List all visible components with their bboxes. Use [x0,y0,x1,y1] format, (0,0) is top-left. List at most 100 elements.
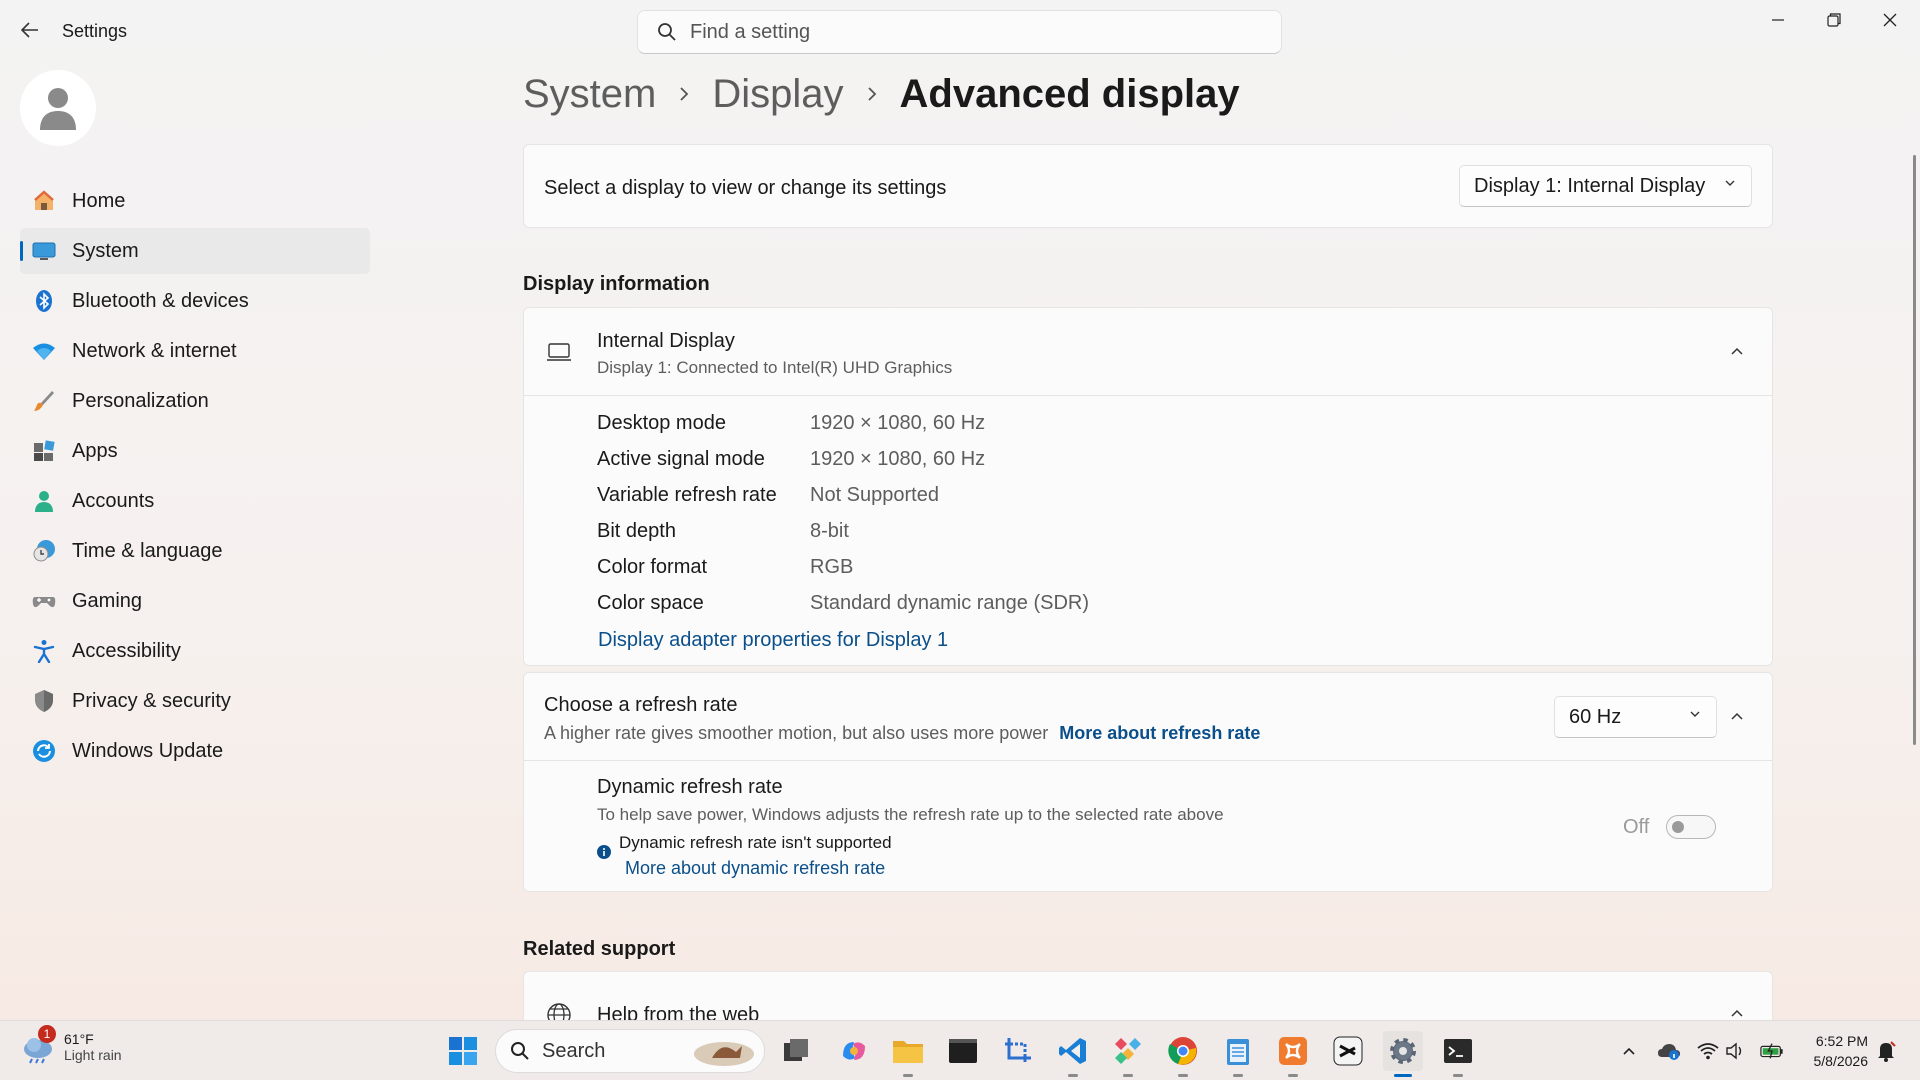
info-key: Color format [597,556,708,578]
more-about-dynamic-refresh-link[interactable]: More about dynamic refresh rate [625,858,885,879]
taskbar-search[interactable]: Search [495,1029,765,1073]
display-select-dropdown[interactable]: Display 1: Internal Display [1459,165,1752,207]
taskbar-copilot[interactable] [834,1031,874,1071]
user-avatar[interactable] [20,70,96,146]
vscode-icon [1059,1038,1086,1064]
sidebar-item-label: Time & language [72,539,223,562]
breadcrumb: System Display Advanced display [523,72,1240,117]
chevron-up-icon[interactable] [1729,709,1745,727]
person-icon [32,489,56,513]
taskbar-xampp[interactable] [1273,1031,1313,1077]
refresh-rate-dropdown[interactable]: 60 Hz [1554,696,1717,738]
sidebar-item-time-language[interactable]: Time & language [20,528,370,574]
taskbar-snipping-tool[interactable] [998,1031,1038,1071]
display-info-card: Internal Display Display 1: Connected to… [523,307,1773,666]
snipping-tool-icon [1005,1038,1031,1064]
gamepad-icon [32,589,56,613]
chevron-down-icon [1723,176,1737,193]
dynamic-refresh-toggle[interactable] [1666,815,1716,839]
refresh-rate-desc-line: A higher rate gives smoother motion, but… [544,723,1260,744]
info-key: Bit depth [597,520,676,542]
sidebar-item-privacy[interactable]: Privacy & security [20,678,370,724]
clock-globe-icon [32,539,56,563]
dynamic-refresh-toggle-label: Off [1623,816,1650,838]
taskbar-notepad[interactable] [1218,1031,1258,1077]
sidebar-item-windows-update[interactable]: Windows Update [20,728,370,774]
running-indicator [1394,1074,1412,1077]
home-icon [32,189,56,213]
display-adapter-link[interactable]: Display adapter properties for Display 1 [598,629,948,652]
taskbar-search-label: Search [542,1039,606,1062]
tray-network[interactable] [1696,1039,1720,1063]
info-icon [597,845,611,864]
sidebar-item-network[interactable]: Network & internet [20,328,370,374]
tray-notifications[interactable] [1874,1039,1898,1063]
shield-icon [32,689,56,713]
taskbar-terminal[interactable] [1438,1031,1478,1077]
folder-icon [893,1041,923,1063]
tray-onedrive[interactable] [1657,1039,1681,1063]
running-indicator [1233,1074,1243,1077]
task-view-icon [784,1039,808,1061]
sidebar-item-label: Apps [72,439,118,462]
system-icon [32,239,56,263]
sidebar-item-label: Gaming [72,589,143,612]
refresh-rate-card: Choose a refresh rate A higher rate give… [523,672,1773,892]
back-button[interactable] [16,16,44,44]
sidebar-item-system[interactable]: System [20,228,370,274]
running-indicator [1453,1074,1463,1077]
task-view-button[interactable] [776,1031,816,1071]
sidebar-item-personalization[interactable]: Personalization [20,378,370,424]
sidebar-item-label: Personalization [72,389,209,412]
onedrive-cloud-icon [1658,1044,1680,1060]
taskbar-chrome[interactable] [1163,1031,1203,1077]
show-hidden-icons-button[interactable] [1617,1039,1641,1063]
sidebar-item-home[interactable]: Home [20,178,370,224]
app-title: Settings [62,21,128,41]
tray-battery[interactable] [1760,1039,1784,1063]
tray-volume[interactable] [1724,1039,1748,1063]
taskbar-capcut[interactable] [1328,1031,1368,1071]
sidebar-item-accessibility[interactable]: Accessibility [20,628,370,674]
minimize-icon [1772,19,1784,21]
minimize-button[interactable] [1750,4,1806,36]
sidebar-item-label: Privacy & security [72,689,231,712]
taskbar-app-diamonds[interactable] [1108,1031,1148,1077]
search-input[interactable] [690,20,1250,44]
search-box[interactable] [637,10,1282,54]
display-select-label: Select a display to view or change its s… [544,177,947,199]
title-bar: Settings [0,0,1920,60]
display-info-header[interactable]: Internal Display Display 1: Connected to… [524,308,1772,396]
refresh-rate-header: Choose a refresh rate A higher rate give… [524,673,1772,761]
info-value: Not Supported [810,484,939,506]
scrollbar[interactable] [1913,155,1916,745]
restore-button[interactable] [1806,4,1862,36]
display-select-card: Select a display to view or change its s… [523,144,1773,228]
breadcrumb-display[interactable]: Display [712,72,843,117]
more-about-refresh-rate-link[interactable]: More about refresh rate [1059,723,1260,743]
breadcrumb-system[interactable]: System [523,72,656,117]
close-button[interactable] [1862,4,1918,36]
taskbar-terminal-dark[interactable] [943,1031,983,1071]
info-key: Variable refresh rate [597,484,777,506]
sidebar-item-gaming[interactable]: Gaming [20,578,370,624]
info-key: Desktop mode [597,412,726,434]
refresh-rate-value: 60 Hz [1569,705,1622,728]
taskbar-file-explorer[interactable] [888,1031,928,1077]
info-key: Active signal mode [597,448,765,470]
chevron-up-icon[interactable] [1729,344,1745,362]
sidebar-item-apps[interactable]: Apps [20,428,370,474]
weather-widget[interactable]: 1 61°F Light rain [20,1025,122,1065]
sidebar-item-accounts[interactable]: Accounts [20,478,370,524]
clock-time: 6:52 PM [1815,1033,1868,1049]
taskbar-vscode[interactable] [1053,1031,1093,1077]
taskbar-settings[interactable] [1383,1031,1423,1077]
sidebar-item-bluetooth[interactable]: Bluetooth & devices [20,278,370,324]
taskbar-clock[interactable]: 6:52 PM 5/8/2026 [1814,1031,1869,1071]
settings-gear-icon [1390,1038,1416,1064]
sidebar-item-label: Bluetooth & devices [72,289,249,312]
close-icon [1883,13,1897,27]
apps-icon [32,439,56,463]
start-button[interactable] [443,1031,483,1071]
bell-icon [1878,1041,1896,1062]
